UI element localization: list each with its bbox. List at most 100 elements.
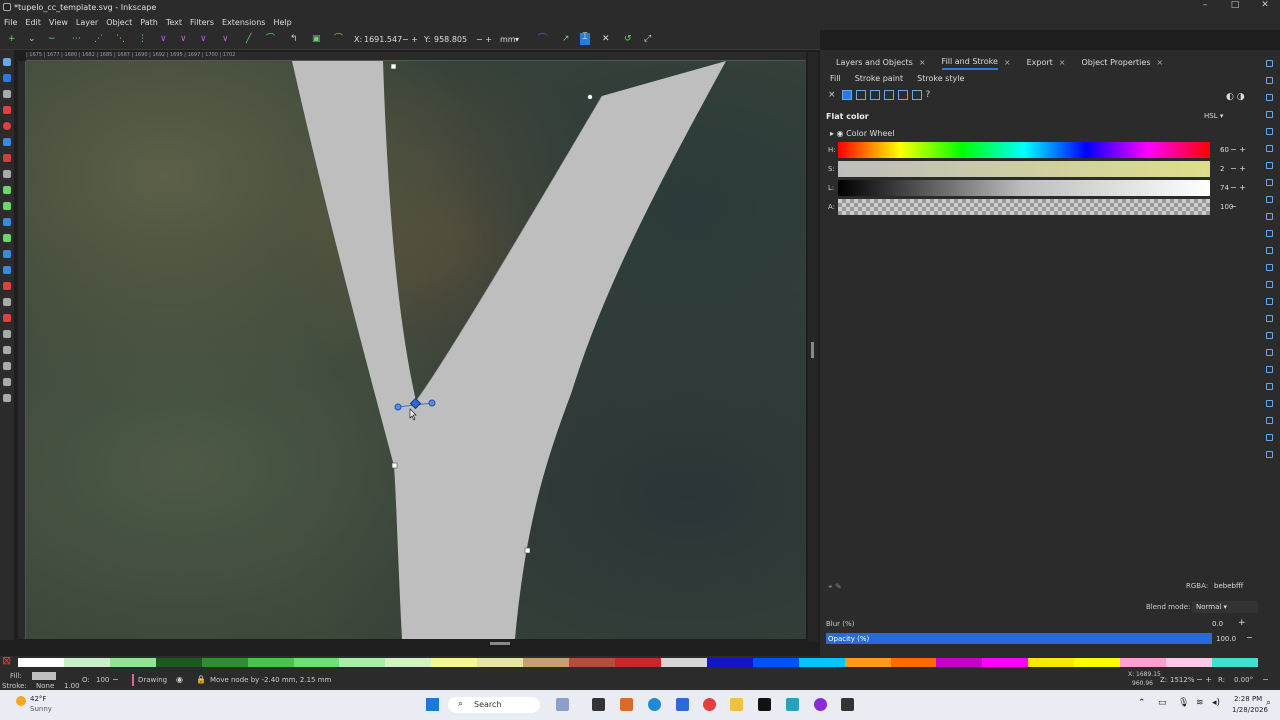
tweak-tool-icon[interactable] [3, 90, 11, 98]
show-mask-icon[interactable]: ✕ [602, 35, 611, 44]
import-icon[interactable] [1266, 128, 1273, 135]
fill-indicator-swatch[interactable] [32, 672, 56, 680]
copilot-icon[interactable] [556, 698, 569, 711]
mesh-gradient-icon[interactable] [883, 90, 894, 100]
palette-swatch[interactable] [247, 658, 294, 667]
weather-icon[interactable] [16, 696, 26, 706]
palette-swatch[interactable] [63, 658, 110, 667]
palette-swatch[interactable] [18, 658, 64, 667]
opacity-stepper-status[interactable]: − [112, 675, 119, 684]
menu-layer[interactable]: Layer [76, 18, 98, 27]
close-icon[interactable]: × [1059, 58, 1066, 69]
palette-swatch[interactable] [660, 658, 707, 667]
selected-shape[interactable] [292, 61, 726, 639]
paint-bucket-tool-icon[interactable] [3, 298, 11, 306]
blur-stepper[interactable]: + [1238, 618, 1246, 628]
unset-paint-icon[interactable]: ? [926, 90, 931, 100]
hue-slider[interactable] [838, 142, 1210, 158]
y-coordinate-field[interactable]: 958.805 [434, 35, 467, 44]
pages-tool-icon[interactable] [3, 394, 11, 402]
segment-curve-icon[interactable]: ⌒ [266, 35, 275, 44]
menu-object[interactable]: Object [106, 18, 132, 27]
subtab-stroke-paint[interactable]: Stroke paint [855, 74, 903, 83]
swatch-icon[interactable] [911, 90, 922, 100]
eraser-tool-icon[interactable] [3, 314, 11, 322]
inkscape-taskbar-icon[interactable] [841, 698, 854, 711]
delete-segment-icon[interactable]: ⋮ [138, 35, 147, 44]
tab-fill-and-stroke[interactable]: Fill and Stroke [941, 57, 998, 70]
show-outline-icon[interactable]: ↗ [562, 35, 571, 44]
scroll-thumb[interactable] [811, 342, 814, 358]
rotate-stepper[interactable]: − [1262, 675, 1269, 684]
spiral-tool-icon[interactable] [3, 170, 11, 178]
node-cusp-icon[interactable]: ∨ [160, 35, 169, 44]
clock-time[interactable]: 2:28 PM [1234, 695, 1262, 703]
lightness-stepper[interactable]: − + [1230, 183, 1246, 192]
palette-swatch[interactable] [614, 658, 661, 667]
palette-swatch[interactable] [477, 658, 524, 667]
group-icon[interactable] [1266, 349, 1273, 356]
alpha-slider[interactable] [838, 199, 1210, 215]
hue-value[interactable]: 60 [1220, 146, 1229, 154]
lightness-slider[interactable] [838, 180, 1210, 196]
copy-icon[interactable] [1266, 196, 1273, 203]
menu-edit[interactable]: Edit [25, 18, 41, 27]
tab-export[interactable]: Export [1027, 58, 1053, 69]
save-icon[interactable] [1266, 94, 1273, 101]
ungroup-icon[interactable] [1266, 366, 1273, 373]
color-mode-select[interactable]: HSL ▾ [1204, 112, 1223, 120]
opacity-field-status[interactable]: 100 [96, 676, 109, 684]
palette-resize-handle[interactable] [490, 642, 510, 645]
subtab-stroke-style[interactable]: Stroke style [917, 74, 964, 83]
palette-swatch[interactable] [706, 658, 753, 667]
current-layer[interactable]: Drawing [138, 676, 167, 684]
minimize-button[interactable]: – [1190, 0, 1220, 10]
undo-icon[interactable] [1266, 162, 1273, 169]
fill-stroke-icon[interactable] [1266, 383, 1273, 390]
mesh-tool-icon[interactable] [3, 266, 11, 274]
zoom-field[interactable]: 1512% [1170, 676, 1194, 684]
app-icon-2[interactable] [786, 698, 799, 711]
network-icon[interactable]: ▭ [1158, 698, 1167, 708]
linear-gradient-icon[interactable] [855, 90, 866, 100]
new-document-icon[interactable] [1266, 60, 1273, 67]
saturation-value[interactable]: 2 [1220, 165, 1224, 173]
volume-icon[interactable]: ◂) [1212, 698, 1220, 708]
clone-icon[interactable] [1266, 315, 1273, 322]
calligraphy-tool-icon[interactable] [3, 218, 11, 226]
node-auto-icon[interactable]: ∨ [222, 35, 231, 44]
node-handle-left[interactable] [394, 403, 402, 411]
palette-swatch[interactable] [982, 658, 1029, 667]
chevron-down-icon[interactable]: ▾ [515, 35, 519, 44]
menu-path[interactable]: Path [140, 18, 158, 27]
node-smooth-icon[interactable]: ∨ [180, 35, 189, 44]
object-to-path-icon[interactable]: ↰ [290, 35, 299, 44]
node-tool-icon[interactable] [3, 74, 11, 82]
radial-gradient-icon[interactable] [869, 90, 880, 100]
opacity-value[interactable]: 100.0 [1216, 635, 1236, 643]
stroke-width[interactable]: 1.00 [64, 682, 80, 690]
pen-tool-icon[interactable] [3, 186, 11, 194]
zoom-page-icon[interactable] [1266, 281, 1273, 288]
palette-swatch[interactable] [752, 658, 799, 667]
wifi-icon[interactable]: ≋ [1196, 698, 1204, 708]
join-segment-icon[interactable]: ⋱ [116, 35, 125, 44]
menu-extensions[interactable]: Extensions [222, 18, 265, 27]
cut-icon[interactable] [1266, 213, 1273, 220]
palette-swatch[interactable] [1120, 658, 1167, 667]
y-stepper[interactable]: − + [476, 35, 492, 44]
palette-swatch[interactable] [293, 658, 340, 667]
subtab-fill[interactable]: Fill [830, 74, 841, 83]
maximize-button[interactable]: □ [1220, 0, 1250, 10]
delete-node-icon[interactable]: − [48, 35, 57, 44]
spray-tool-icon[interactable] [3, 346, 11, 354]
saturation-slider[interactable] [838, 161, 1210, 177]
path-node-left[interactable] [391, 462, 398, 469]
vertical-ruler[interactable] [18, 61, 26, 639]
zoom-stepper[interactable]: − + [1196, 675, 1212, 684]
path-node-right[interactable] [524, 547, 531, 554]
segment-line-icon[interactable]: ╱ [246, 35, 255, 44]
xml-editor-icon[interactable] [1266, 417, 1273, 424]
microphone-icon[interactable]: 🎙 [1178, 698, 1189, 708]
palette-swatch[interactable] [201, 658, 248, 667]
